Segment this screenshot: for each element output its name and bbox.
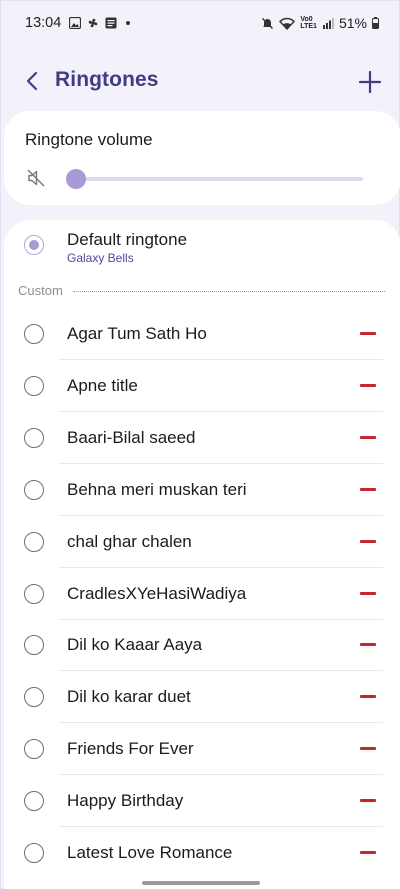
ringtone-label: Apne title xyxy=(67,375,138,395)
mute-icon[interactable] xyxy=(26,168,46,188)
battery-icon xyxy=(372,17,379,29)
remove-icon[interactable] xyxy=(360,695,376,699)
page-title: Ringtones xyxy=(55,68,159,91)
mute-status-icon xyxy=(262,17,274,29)
ringtone-row[interactable]: Dil ko Kaaar Aaya xyxy=(4,619,400,672)
default-ringtone-subtitle: Galaxy Bells xyxy=(67,251,134,265)
ringtone-label: chal ghar chalen xyxy=(67,531,192,551)
ringtone-radio[interactable] xyxy=(24,843,44,863)
ringtone-label: Dil ko karar duet xyxy=(67,687,191,707)
remove-icon[interactable] xyxy=(360,383,376,387)
ringtone-radio[interactable] xyxy=(24,479,44,500)
signal-icon xyxy=(322,18,334,29)
ringtone-row[interactable]: Latest Love Romance xyxy=(4,827,400,879)
ringtone-label: Baari-Bilal saeed xyxy=(67,427,196,447)
volume-slider-thumb[interactable] xyxy=(66,169,86,189)
ringtone-row[interactable]: Baari-Bilal saeed xyxy=(4,412,400,464)
network-type: Vo0 LTE1 xyxy=(300,16,317,30)
battery-level: 51% xyxy=(338,15,367,31)
volume-slider[interactable] xyxy=(66,169,363,189)
ringtone-row[interactable]: CradlesXYeHasiWadiya xyxy=(4,568,400,620)
section-divider xyxy=(72,290,385,292)
default-ringtone-radio[interactable] xyxy=(24,235,44,255)
ringtone-row[interactable]: chal ghar chalen xyxy=(4,516,400,568)
ringtone-label: CradlesXYeHasiWadiya xyxy=(67,583,247,603)
volume-label: Ringtone volume xyxy=(25,130,153,149)
ringtone-label: Friends For Ever xyxy=(67,739,194,759)
ringtone-label: Happy Birthday xyxy=(67,791,184,811)
ringtone-row[interactable]: Friends For Ever xyxy=(4,723,400,776)
ringtone-row[interactable]: Agar Tum Sath Ho xyxy=(4,308,400,360)
remove-icon[interactable] xyxy=(360,487,376,491)
default-ringtone-title: Default ringtone xyxy=(67,230,188,249)
more-notifications-dot xyxy=(126,21,131,25)
status-left: 13:04 xyxy=(25,15,131,31)
ringtone-radio[interactable] xyxy=(24,324,44,344)
navigation-handle[interactable] xyxy=(142,881,260,885)
remove-icon[interactable] xyxy=(360,435,376,439)
status-bar: 13:04 Vo0 LTE1 51% xyxy=(1,1,400,45)
add-icon[interactable] xyxy=(357,69,383,95)
remove-icon[interactable] xyxy=(360,747,376,751)
remove-icon[interactable] xyxy=(360,539,376,543)
remove-icon[interactable] xyxy=(360,643,376,647)
ringtone-radio[interactable] xyxy=(24,427,44,448)
remove-icon[interactable] xyxy=(360,799,376,803)
ringtone-radio[interactable] xyxy=(24,739,44,760)
status-right: Vo0 LTE1 51% xyxy=(261,15,379,31)
ringtone-label: Dil ko Kaaar Aaya xyxy=(67,635,203,655)
ringtone-row[interactable]: Behna meri muskan teri xyxy=(4,464,400,516)
wifi-icon xyxy=(279,17,296,30)
app-bar: Ringtones xyxy=(1,59,400,103)
gallery-notification-icon xyxy=(69,17,82,29)
remove-icon[interactable] xyxy=(360,851,376,854)
ringtone-row[interactable]: Happy Birthday xyxy=(4,775,400,828)
ringtone-label: Behna meri muskan teri xyxy=(67,479,247,499)
ringtone-radio[interactable] xyxy=(24,531,44,552)
ringtone-radio[interactable] xyxy=(24,375,44,396)
fan-notification-icon xyxy=(89,18,98,28)
section-label: Custom xyxy=(18,282,63,298)
ringtone-volume-card: Ringtone volume xyxy=(4,111,400,205)
status-time: 13:04 xyxy=(25,15,62,31)
remove-icon[interactable] xyxy=(360,332,376,335)
ringtone-radio[interactable] xyxy=(24,687,44,708)
ringtone-row[interactable]: Dil ko karar duet xyxy=(4,671,400,724)
ringtone-label: Agar Tum Sath Ho xyxy=(67,324,207,343)
back-arrow-icon[interactable] xyxy=(21,69,45,93)
custom-section-header: Custom xyxy=(18,282,385,298)
ringtone-radio[interactable] xyxy=(24,583,44,604)
ringtone-radio[interactable] xyxy=(24,635,44,656)
default-ringtone-row[interactable]: Default ringtone Galaxy Bells xyxy=(4,220,400,276)
ringtone-label: Latest Love Romance xyxy=(67,843,233,862)
ringtone-row[interactable]: Apne title xyxy=(4,360,400,412)
remove-icon[interactable] xyxy=(360,591,376,595)
news-notification-icon xyxy=(105,17,117,29)
ringtone-radio[interactable] xyxy=(24,791,44,812)
ringtone-list-card: Default ringtone Galaxy Bells Custom Aga… xyxy=(4,220,400,889)
